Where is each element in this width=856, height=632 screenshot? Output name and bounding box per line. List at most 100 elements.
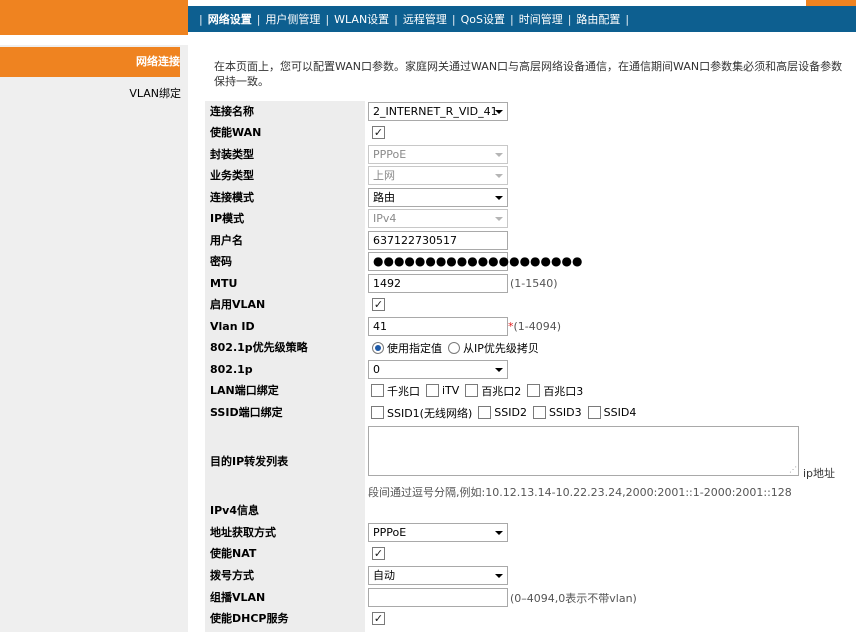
lan-fast3-checkbox[interactable] xyxy=(527,384,541,397)
ipv4-info-heading: IPv4信息 xyxy=(210,504,259,517)
chevron-down-icon xyxy=(495,174,503,178)
dial-mode-select[interactable]: 自动 xyxy=(368,566,508,585)
lan-binding-label: LAN端口绑定 xyxy=(210,384,279,397)
row-enable-vlan: 启用VLAN ✓ xyxy=(205,294,845,315)
chevron-down-icon xyxy=(495,217,503,221)
ssid3-label: SSID3 xyxy=(548,406,582,419)
priority-copy-radio[interactable] xyxy=(448,341,460,354)
nav-underline xyxy=(188,32,856,35)
dot1p-label: 802.1p xyxy=(210,363,253,376)
encap-type-value: PPPoE xyxy=(373,148,407,161)
password-label: 密码 xyxy=(210,255,232,268)
ssid4-checkbox[interactable] xyxy=(587,406,601,419)
nav-separator: | xyxy=(567,12,572,26)
enable-dhcp-label: 使能DHCP服务 xyxy=(210,612,289,625)
nav-separator: | xyxy=(325,12,330,26)
nav-item-remote-management[interactable]: 远程管理 xyxy=(403,11,447,27)
nav-item-time-management[interactable]: 时间管理 xyxy=(519,11,563,27)
dot1p-select[interactable]: 0 xyxy=(368,360,508,379)
sidebar-item-network-connection[interactable]: 网络连接 xyxy=(0,47,180,77)
row-ssid-binding: SSID端口绑定 SSID1(无线网络) SSID2 SSID3 SSID4 xyxy=(205,402,845,423)
multicast-vlan-input[interactable] xyxy=(368,588,508,607)
chevron-down-icon xyxy=(495,153,503,157)
row-priority-policy: 802.1p优先级策略 使用指定值 从IP优先级拷贝 xyxy=(205,337,845,358)
lan-gigabit-checkbox[interactable] xyxy=(371,384,384,397)
nav-separator: | xyxy=(451,12,456,26)
row-ip-mode: IP模式 IPv4 xyxy=(205,208,845,229)
ssid2-label: SSID2 xyxy=(494,406,527,419)
ssid2-checkbox[interactable] xyxy=(478,406,492,419)
row-mtu: MTU 1492 (1-1540) xyxy=(205,273,845,294)
service-type-select[interactable]: 上网 xyxy=(368,166,508,185)
addr-method-label: 地址获取方式 xyxy=(210,526,276,539)
resize-grip-icon[interactable]: ⋰ xyxy=(789,466,797,474)
ip-mode-select[interactable]: IPv4 xyxy=(368,209,508,228)
nav-item-wlan[interactable]: WLAN设置 xyxy=(334,11,389,27)
addr-method-value: PPPoE xyxy=(373,526,407,539)
sidebar-item-vlan-binding[interactable]: VLAN绑定 xyxy=(0,86,181,102)
enable-vlan-checkbox[interactable]: ✓ xyxy=(372,298,385,311)
lan-itv-label: iTV xyxy=(442,384,460,397)
password-input[interactable]: ●●●●●●●●●●●●●●●●●●●● xyxy=(368,252,582,271)
nav-separator: | xyxy=(256,12,261,26)
nav-item-qos[interactable]: QoS设置 xyxy=(461,11,505,27)
enable-dhcp-checkbox[interactable]: ✓ xyxy=(372,612,385,625)
username-input[interactable]: 637122730517 xyxy=(368,231,508,250)
lan-fast3-label: 百兆口3 xyxy=(543,384,584,398)
mtu-label: MTU xyxy=(210,277,238,290)
enable-wan-checkbox[interactable]: ✓ xyxy=(372,126,385,139)
chevron-down-icon xyxy=(495,196,503,200)
connection-name-select[interactable]: 2_INTERNET_R_VID_41 xyxy=(368,102,508,121)
radio-selected-dot xyxy=(375,344,381,351)
row-service-type: 业务类型 上网 xyxy=(205,165,845,186)
multicast-vlan-hint: (0–4094,0表示不带vlan) xyxy=(510,591,637,605)
dest-ip-list-label: 目的IP转发列表 xyxy=(210,455,289,468)
chevron-down-icon xyxy=(495,110,503,114)
row-connection-mode: 连接模式 路由 xyxy=(205,187,845,208)
page-root: | 网络设置 | 用户侧管理 | WLAN设置 | 远程管理 | QoS设置 |… xyxy=(0,0,856,632)
row-multicast-vlan: 组播VLAN (0–4094,0表示不带vlan) xyxy=(205,587,845,608)
dest-ip-list-textarea[interactable]: ⋰ xyxy=(368,426,799,476)
row-lan-binding: LAN端口绑定 千兆口 iTV 百兆口2 百兆口3 xyxy=(205,380,845,401)
encap-type-select[interactable]: PPPoE xyxy=(368,145,508,164)
enable-nat-checkbox[interactable]: ✓ xyxy=(372,547,385,560)
nav-item-routing[interactable]: 路由配置 xyxy=(576,11,620,27)
checkmark-icon: ✓ xyxy=(373,612,384,625)
brand-strip xyxy=(0,0,188,35)
row-connection-name: 连接名称 2_INTERNET_R_VID_41 xyxy=(205,101,845,122)
priority-specified-radio[interactable] xyxy=(372,341,384,354)
dest-ip-list-hint: 段间通过逗号分隔,例如:10.12.13.14-10.22.23.24,2000… xyxy=(368,486,792,499)
row-encap-type: 封装类型 PPPoE xyxy=(205,144,845,165)
page-description: 在本页面上，您可以配置WAN口参数。家庭网关通过WAN口与高层网络设备通信，在通… xyxy=(214,60,843,88)
ssid4-label: SSID4 xyxy=(603,406,637,419)
conn-mode-label: 连接模式 xyxy=(210,191,254,204)
ip-mode-label: IP模式 xyxy=(210,212,245,225)
nav-separator: | xyxy=(625,12,630,26)
top-navigation-bar: | 网络设置 | 用户侧管理 | WLAN设置 | 远程管理 | QoS设置 |… xyxy=(0,0,856,35)
left-sidebar xyxy=(0,35,188,632)
nav-item-user-side[interactable]: 用户侧管理 xyxy=(265,11,320,27)
lan-itv-checkbox[interactable] xyxy=(426,384,439,397)
ssid3-checkbox[interactable] xyxy=(532,406,546,419)
connection-name-value: 2_INTERNET_R_VID_41 xyxy=(373,105,498,118)
multicast-vlan-label: 组播VLAN xyxy=(210,591,266,604)
mtu-input[interactable]: 1492 xyxy=(368,274,508,293)
row-enable-dhcp: 使能DHCP服务 ✓ xyxy=(205,608,845,629)
chevron-down-icon xyxy=(495,574,503,578)
nav-item-network-settings[interactable]: 网络设置 xyxy=(208,11,252,27)
ssid1-checkbox[interactable] xyxy=(371,406,384,419)
checkmark-icon: ✓ xyxy=(373,547,384,560)
addr-method-select[interactable]: PPPoE xyxy=(368,523,508,542)
enable-vlan-label: 启用VLAN xyxy=(210,298,266,311)
ssid-binding-label: SSID端口绑定 xyxy=(210,406,283,419)
nav-separator: | xyxy=(199,12,203,26)
dial-mode-value: 自动 xyxy=(373,569,395,582)
priority-specified-label: 使用指定值 xyxy=(387,341,442,355)
connection-name-label: 连接名称 xyxy=(210,105,254,118)
vlan-id-input[interactable]: 41 xyxy=(368,317,508,336)
row-password: 密码 ●●●●●●●●●●●●●●●●●●●● xyxy=(205,251,845,272)
lan-fast2-label: 百兆口2 xyxy=(481,384,522,398)
lan-fast2-checkbox[interactable] xyxy=(465,384,479,397)
conn-mode-select[interactable]: 路由 xyxy=(368,188,508,207)
row-username: 用户名 637122730517 xyxy=(205,230,845,251)
